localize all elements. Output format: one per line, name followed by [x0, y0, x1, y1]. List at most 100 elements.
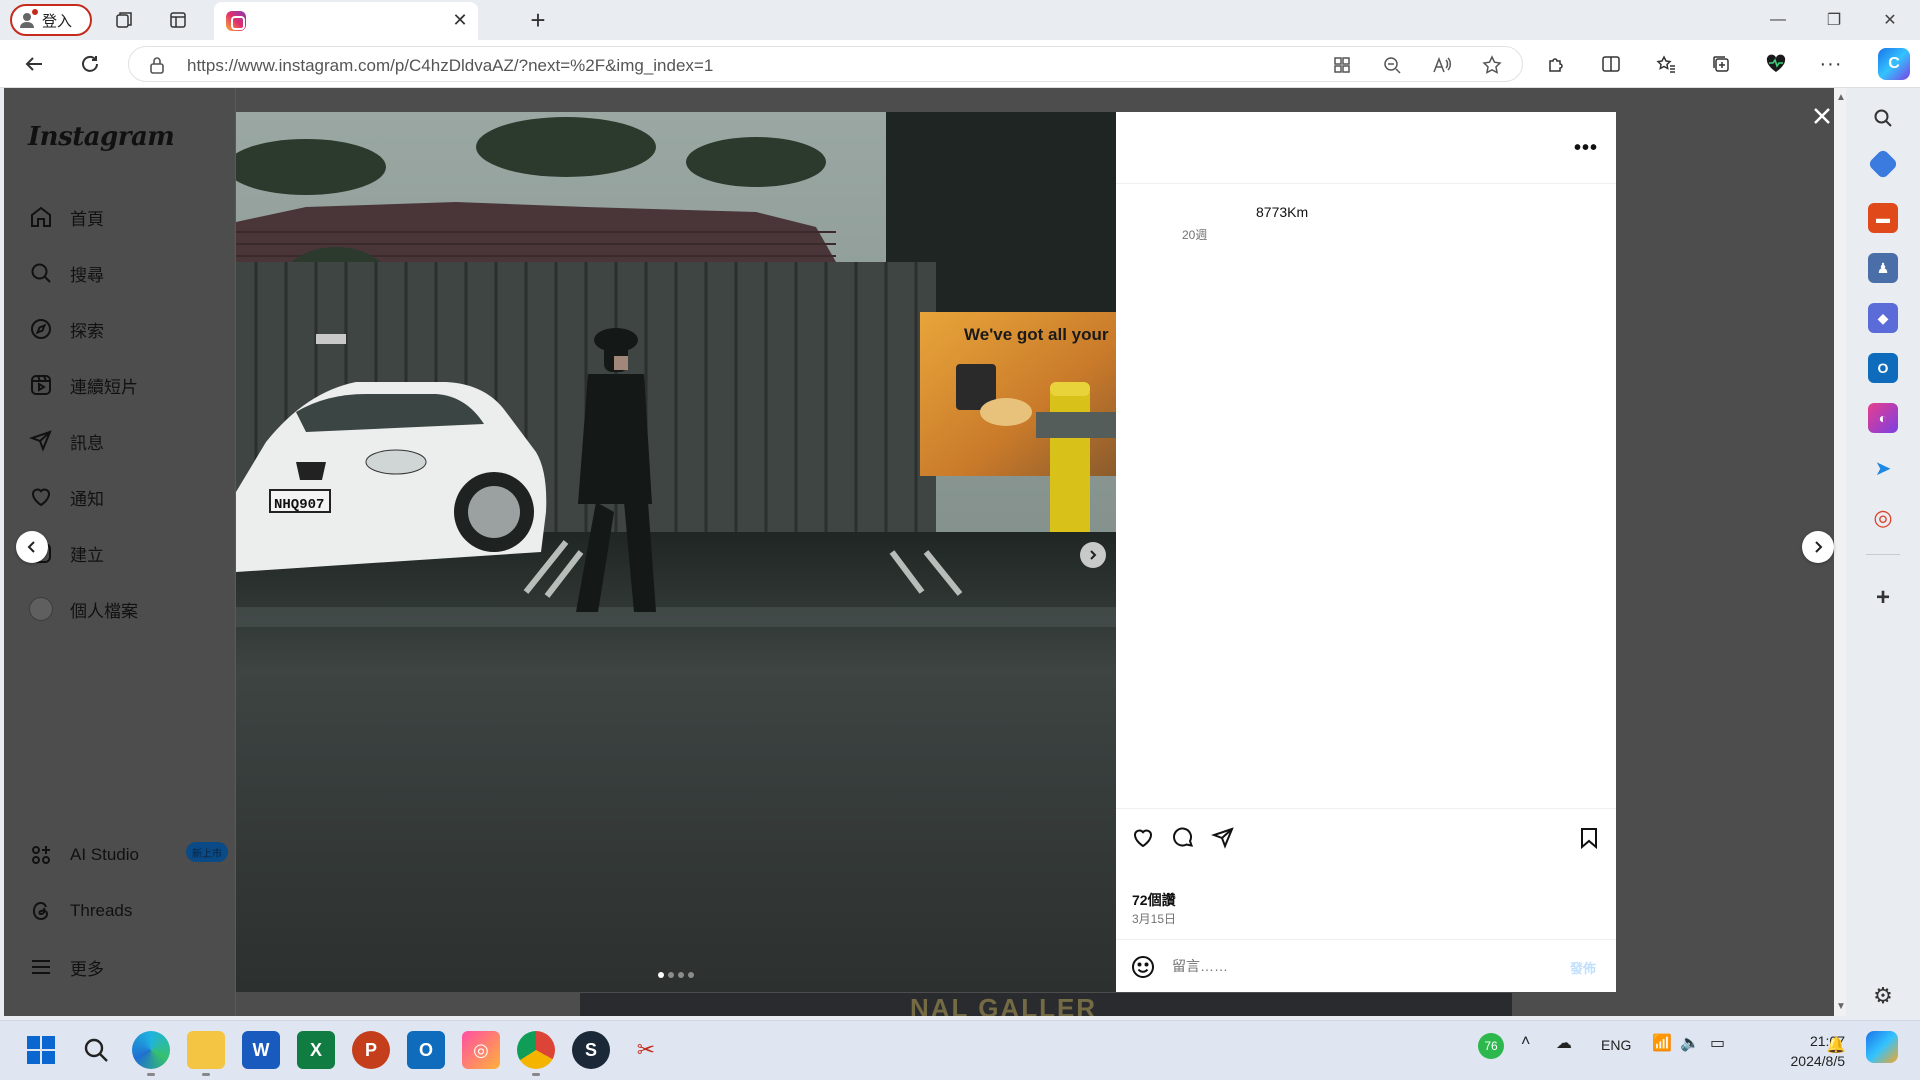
lifebuoy-icon[interactable]: ◎: [1868, 503, 1898, 533]
comment-bar: 發佈: [1116, 939, 1616, 992]
previous-post-arrow[interactable]: [16, 531, 48, 563]
profile-icon: [18, 9, 38, 29]
word-icon[interactable]: W: [242, 1031, 280, 1069]
nav-item-notifications[interactable]: 通知: [28, 477, 104, 517]
divider: [1866, 554, 1900, 555]
restore-button[interactable]: ❐: [1814, 6, 1854, 34]
file-explorer-icon[interactable]: [187, 1031, 225, 1069]
send-paper-plane-icon[interactable]: ➤: [1868, 453, 1898, 483]
url-field[interactable]: https://www.instagram.com/p/C4hzDldvaAZ/…: [128, 46, 1523, 82]
search-icon[interactable]: [1868, 103, 1898, 133]
nav-label: 建立: [70, 545, 104, 565]
outlook-icon[interactable]: O: [407, 1031, 445, 1069]
vertical-tabs-icon[interactable]: [164, 6, 192, 34]
avatar: [29, 597, 53, 621]
chevron-up-icon[interactable]: ˄: [1521, 1033, 1530, 1051]
designer-icon[interactable]: ◐: [1868, 403, 1898, 433]
cloud-offline-icon[interactable]: ☁: [1556, 1033, 1572, 1053]
tab-title: [254, 12, 454, 30]
shopping-tag-icon[interactable]: [1867, 148, 1899, 180]
billboard-text: We've got all your: [964, 325, 1109, 344]
carousel-next-arrow[interactable]: [1080, 542, 1106, 568]
nav-item-ai-studio[interactable]: AI Studio: [28, 835, 139, 875]
gear-icon[interactable]: ⚙: [1868, 981, 1898, 1011]
page-scrollbar[interactable]: ▲ ▼: [1834, 88, 1846, 1016]
windows-start-icon[interactable]: [22, 1031, 60, 1069]
read-aloud-icon[interactable]: [1428, 51, 1456, 79]
lock-icon[interactable]: [149, 56, 165, 74]
nav-item-more[interactable]: 更多: [28, 947, 104, 987]
back-arrow-icon[interactable]: [18, 50, 50, 78]
wifi-icon[interactable]: 📶: [1652, 1033, 1672, 1053]
post-comment-button[interactable]: 發佈: [1570, 958, 1596, 977]
refresh-icon[interactable]: [74, 50, 106, 78]
nav-item-search[interactable]: 搜尋: [28, 253, 104, 293]
language-indicator[interactable]: ENG: [1601, 1037, 1631, 1053]
favorites-icon[interactable]: [1650, 48, 1682, 80]
zoom-out-icon[interactable]: [1378, 51, 1406, 79]
minimize-button[interactable]: —: [1758, 6, 1798, 34]
split-screen-icon[interactable]: [1595, 48, 1627, 80]
share-send-icon[interactable]: [1210, 825, 1236, 851]
nav-item-explore[interactable]: 探索: [28, 309, 104, 349]
next-post-arrow[interactable]: [1802, 531, 1834, 563]
nav-item-home[interactable]: 首頁: [28, 197, 104, 237]
save-bookmark-icon[interactable]: [1576, 825, 1602, 851]
outlook-icon[interactable]: O: [1868, 353, 1898, 383]
heart-icon: [28, 484, 54, 510]
nav-item-profile[interactable]: 個人檔案: [28, 589, 138, 629]
nav-item-reels[interactable]: 連續短片: [28, 365, 138, 405]
nav-item-threads[interactable]: Threads: [28, 891, 132, 931]
comment-input[interactable]: [1172, 954, 1552, 978]
nav-item-messages[interactable]: 訊息: [28, 421, 104, 461]
search-icon[interactable]: [77, 1031, 115, 1069]
app-available-icon[interactable]: [1328, 51, 1356, 79]
window-close-button[interactable]: ✕: [1870, 6, 1910, 34]
new-tab-button[interactable]: +: [524, 5, 552, 35]
carousel-dot: [678, 972, 684, 978]
tab-close-icon[interactable]: ✕: [448, 8, 472, 32]
excel-icon[interactable]: X: [297, 1031, 335, 1069]
emoji-icon[interactable]: [1130, 954, 1156, 980]
nav-label: 探索: [70, 321, 104, 341]
weather-badge[interactable]: 76: [1478, 1033, 1504, 1059]
browser-essentials-icon[interactable]: [1760, 48, 1792, 80]
instagram-logo[interactable]: Instagram: [28, 122, 175, 152]
battery-icon[interactable]: ▭: [1710, 1033, 1725, 1053]
comment-icon[interactable]: [1170, 825, 1196, 851]
favorite-star-icon[interactable]: [1478, 51, 1506, 79]
search-icon: [28, 260, 54, 286]
like-heart-icon[interactable]: [1130, 825, 1156, 851]
carousel-dot: [668, 972, 674, 978]
chrome-icon[interactable]: [517, 1031, 555, 1069]
microsoft-365-icon[interactable]: ◆: [1868, 303, 1898, 333]
more-options-icon[interactable]: •••: [1570, 136, 1602, 160]
browser-profile-button[interactable]: 登入: [10, 4, 92, 36]
copilot-taskbar-icon[interactable]: [1866, 1031, 1898, 1063]
nav-label: 搜尋: [70, 265, 104, 285]
add-sidebar-app-icon[interactable]: +: [1868, 583, 1898, 613]
settings-more-icon[interactable]: ···: [1815, 48, 1847, 80]
scroll-down-icon[interactable]: ▼: [1836, 1001, 1846, 1012]
extensions-icon[interactable]: [1540, 48, 1572, 80]
copilot-icon[interactable]: C: [1878, 48, 1910, 80]
carousel-dot: [688, 972, 694, 978]
snipping-tool-icon[interactable]: ✂: [627, 1031, 665, 1069]
workspaces-icon[interactable]: [110, 6, 138, 34]
caption-time: 20週: [1182, 228, 1208, 242]
games-icon[interactable]: ♟: [1868, 253, 1898, 283]
creative-cloud-icon[interactable]: ◎: [462, 1031, 500, 1069]
modal-close-icon[interactable]: [1806, 100, 1838, 132]
like-count[interactable]: 72個讚: [1132, 890, 1176, 910]
post-actions: [1116, 808, 1616, 850]
post-date[interactable]: 3月15日: [1132, 910, 1176, 927]
tools-icon[interactable]: ▬: [1868, 203, 1898, 233]
edge-browser-icon[interactable]: [132, 1031, 170, 1069]
powerpoint-icon[interactable]: P: [352, 1031, 390, 1069]
collections-icon[interactable]: [1705, 48, 1737, 80]
volume-icon[interactable]: 🔈: [1680, 1033, 1700, 1053]
post-photo[interactable]: We've got all your NHQ907: [236, 112, 1116, 992]
notification-bell-icon[interactable]: 🔔: [1826, 1035, 1846, 1055]
tab-instagram[interactable]: ✕: [214, 2, 478, 40]
steam-icon[interactable]: S: [572, 1031, 610, 1069]
